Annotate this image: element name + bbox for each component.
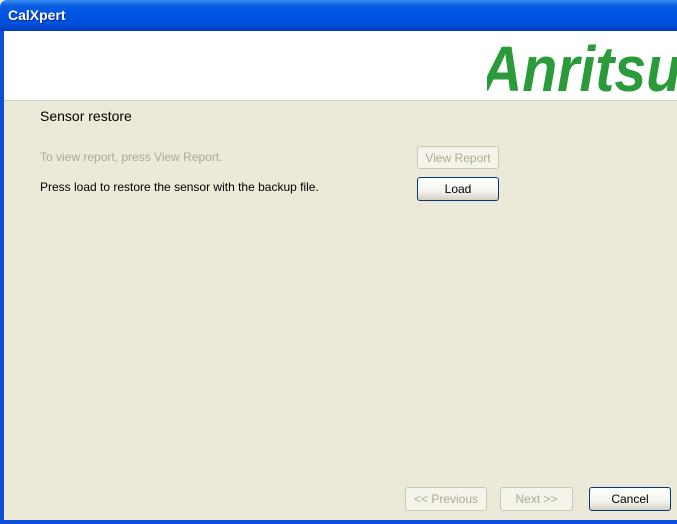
window-frame-bottom (0, 520, 677, 524)
window-title: CalXpert (8, 7, 66, 23)
load-instruction: Press load to restore the sensor with th… (40, 180, 319, 194)
view-report-button[interactable]: View Report (417, 146, 499, 169)
page-title: Sensor restore (40, 108, 132, 124)
calxpert-window: CalXpert Anritsu Sensor restore To view … (0, 0, 677, 524)
title-bar[interactable]: CalXpert (0, 0, 677, 31)
next-button[interactable]: Next >> (500, 487, 573, 511)
window-frame-left (0, 31, 4, 524)
view-report-instruction: To view report, press View Report. (40, 150, 223, 164)
previous-button[interactable]: << Previous (405, 487, 487, 511)
cancel-button[interactable]: Cancel (589, 487, 671, 511)
header-banner: Anritsu (4, 31, 677, 101)
svg-text:Anritsu: Anritsu (487, 36, 677, 98)
anritsu-logo: Anritsu (487, 36, 677, 98)
load-button[interactable]: Load (417, 177, 499, 201)
